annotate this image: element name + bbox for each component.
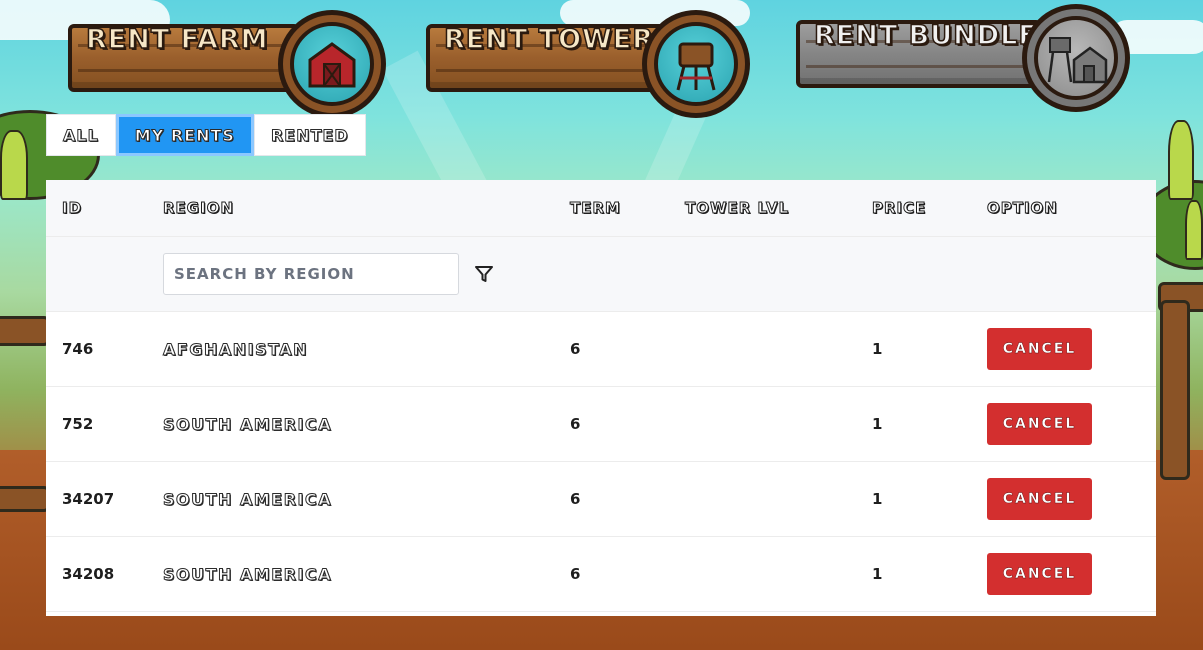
column-header-option: OPTION (987, 199, 1058, 218)
rent-bundle-button[interactable]: RENT BUNDLE (796, 4, 1132, 112)
cancel-button[interactable]: CANCEL (987, 328, 1092, 370)
row-id: 34207 (62, 490, 115, 508)
tab-my-rents[interactable]: MY RENTS (115, 114, 254, 156)
rent-tabs: ALL MY RENTS RENTED (46, 114, 366, 156)
row-id: 752 (62, 415, 94, 433)
row-term: 6 (570, 565, 581, 583)
column-header-price: PRICE (871, 199, 927, 218)
bundle-icon (1022, 4, 1130, 112)
row-region: SOUTH AMERICA (162, 489, 333, 509)
row-region: SOUTH AMERICA (162, 564, 333, 584)
column-header-id: ID (61, 199, 83, 218)
header-row: ID REGION TERM TOWER LVL PRICE OPTION (46, 180, 1156, 237)
rents-table: ID REGION TERM TOWER LVL PRICE OPTION SE… (46, 180, 1156, 616)
column-header-region: REGION (163, 199, 234, 218)
cancel-button[interactable]: CANCEL (987, 403, 1092, 445)
rent-farm-button[interactable]: RENT FARM (68, 10, 390, 118)
rent-bundle-label: RENT BUNDLE (813, 19, 1038, 52)
tab-all[interactable]: ALL (46, 114, 116, 156)
row-region: SOUTH AMERICA (162, 414, 333, 434)
rent-farm-label: RENT FARM (85, 23, 269, 56)
cancel-button[interactable]: CANCEL (987, 478, 1092, 520)
table-row: 34207 SOUTH AMERICA 6 1 CANCEL (46, 462, 1156, 537)
rent-tower-button[interactable]: RENT TOWER (426, 10, 762, 118)
region-search-input[interactable] (163, 253, 459, 295)
tab-rented[interactable]: RENTED (253, 114, 366, 156)
row-region: AFGHANISTAN (162, 339, 309, 359)
rent-tower-label: RENT TOWER (443, 23, 655, 56)
column-header-tower-lvl: TOWER LVL (684, 199, 790, 218)
cancel-button[interactable]: CANCEL (987, 553, 1092, 595)
water-tower-icon (642, 10, 750, 118)
table-row: 746 AFGHANISTAN 6 1 CANCEL (46, 312, 1156, 387)
barn-icon (278, 10, 386, 118)
filter-icon[interactable] (471, 261, 497, 287)
row-price: 1 (872, 340, 883, 358)
row-term: 6 (570, 340, 581, 358)
table-row: 34208 SOUTH AMERICA 6 1 CANCEL (46, 537, 1156, 612)
row-id: 34208 (62, 565, 115, 583)
table-header: ID REGION TERM TOWER LVL PRICE OPTION (46, 180, 1156, 312)
row-term: 6 (570, 415, 581, 433)
table-body: 746 AFGHANISTAN 6 1 CANCEL 752 SOUTH AME… (46, 312, 1156, 612)
row-price: 1 (872, 490, 883, 508)
row-price: 1 (872, 565, 883, 583)
column-header-term: TERM (570, 199, 621, 218)
row-id: 746 (62, 340, 94, 358)
filter-row (46, 237, 1156, 312)
row-price: 1 (872, 415, 883, 433)
table-row: 752 SOUTH AMERICA 6 1 CANCEL (46, 387, 1156, 462)
row-term: 6 (570, 490, 581, 508)
